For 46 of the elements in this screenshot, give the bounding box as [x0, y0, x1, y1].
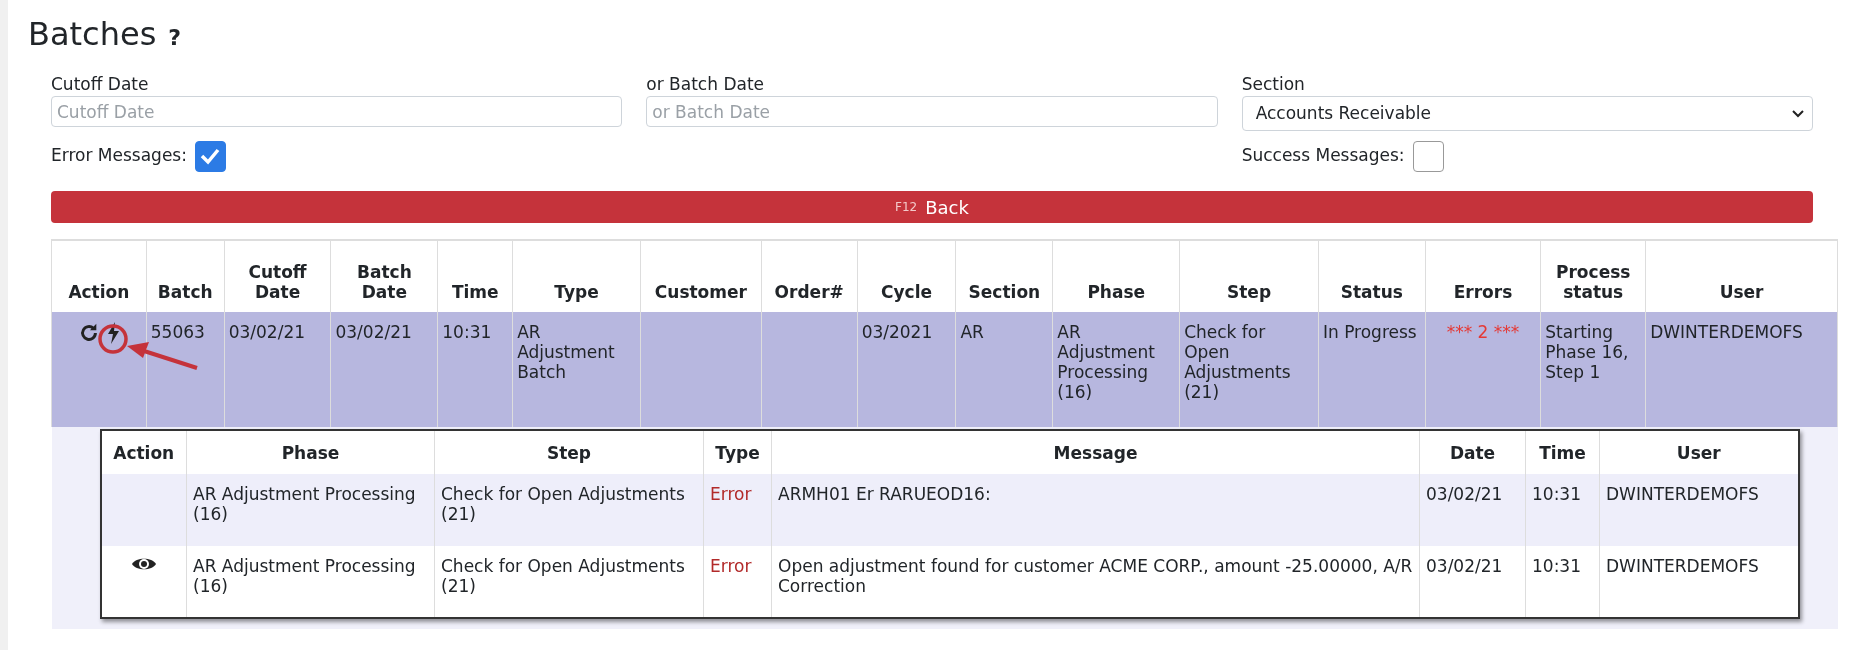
table-cell: 03/02/21 — [335, 322, 412, 342]
field-label: Cutoff Date — [51, 73, 150, 96]
checkbox-label: Error Messages: — [51, 144, 187, 168]
date-field[interactable]: Cutoff Date — [51, 96, 623, 127]
table-cell: ARMH01 Er RARUEOD16: — [778, 484, 991, 504]
lightning-icon[interactable] — [105, 322, 120, 344]
error-count: *** 2 *** — [1445, 322, 1521, 342]
table-cell: 10:31 — [442, 322, 492, 342]
table-cell: 10:31 — [1532, 556, 1581, 576]
table-cell: Starting Phase 16, Step 1 — [1545, 322, 1629, 382]
table-cell: AR Adjustment Processing (16) — [193, 484, 416, 524]
annotation-arrow — [127, 342, 199, 372]
table-cell: Check for Open Adjustments (21) — [1184, 322, 1291, 402]
table-cell: Check for Open Adjustments (21) — [441, 484, 685, 524]
message-type: Error — [710, 556, 752, 576]
checkbox[interactable] — [1412, 140, 1444, 172]
page-title: Batches — [28, 14, 157, 54]
table-cell: DWINTERDEMOFS — [1650, 322, 1803, 342]
checkbox[interactable] — [194, 140, 226, 172]
back-button[interactable]: F12 Back — [51, 191, 1813, 223]
table-cell: 03/02/21 — [228, 322, 305, 342]
table-cell: DWINTERDEMOFS — [1606, 556, 1759, 576]
table-cell: AR Adjustment Processing (16) — [193, 556, 416, 596]
section-dropdown[interactable]: Accounts Receivable — [1241, 96, 1813, 131]
table-cell: 55063 — [150, 322, 205, 342]
table-cell: Check for Open Adjustments (21) — [441, 556, 685, 596]
chevron-down-icon — [1792, 109, 1804, 118]
table-cell: AR — [960, 322, 984, 342]
field-label: Section — [1241, 73, 1306, 96]
table-cell: 03/02/21 — [1426, 556, 1503, 576]
message-type: Error — [710, 484, 752, 504]
table-cell: 03/2021 — [861, 322, 933, 342]
date-field[interactable]: or Batch Date — [646, 96, 1218, 127]
eye-icon[interactable] — [130, 556, 157, 572]
annotation-circle — [98, 324, 128, 354]
table-cell: DWINTERDEMOFS — [1606, 484, 1759, 504]
batch-row[interactable]: 55063 03/02/21 03/02/21 10:31 AR Adjustment Batch 03/2021 AR AR Adjustment Processing (16) Check for Open Adjustments (21) In Progress *** 2 *** Starting Phase 16, Step 1 DWINTERDEMOFS — [51, 312, 1838, 427]
checkbox-label: Success Messages: — [1241, 144, 1405, 168]
table-cell: AR Adjustment Batch — [517, 322, 615, 382]
table-cell: Open adjustment found for customer ACME CORP., amount -25.00000, A/R Correction — [778, 556, 1413, 596]
field-label: or Batch Date — [646, 73, 766, 96]
table-cell: In Progress — [1322, 322, 1417, 342]
table-cell: 03/02/21 — [1426, 484, 1503, 504]
table-cell: AR Adjustment Processing (16) — [1057, 322, 1155, 402]
help-icon[interactable]: ? — [168, 21, 182, 54]
table-cell: 10:31 — [1532, 484, 1581, 504]
